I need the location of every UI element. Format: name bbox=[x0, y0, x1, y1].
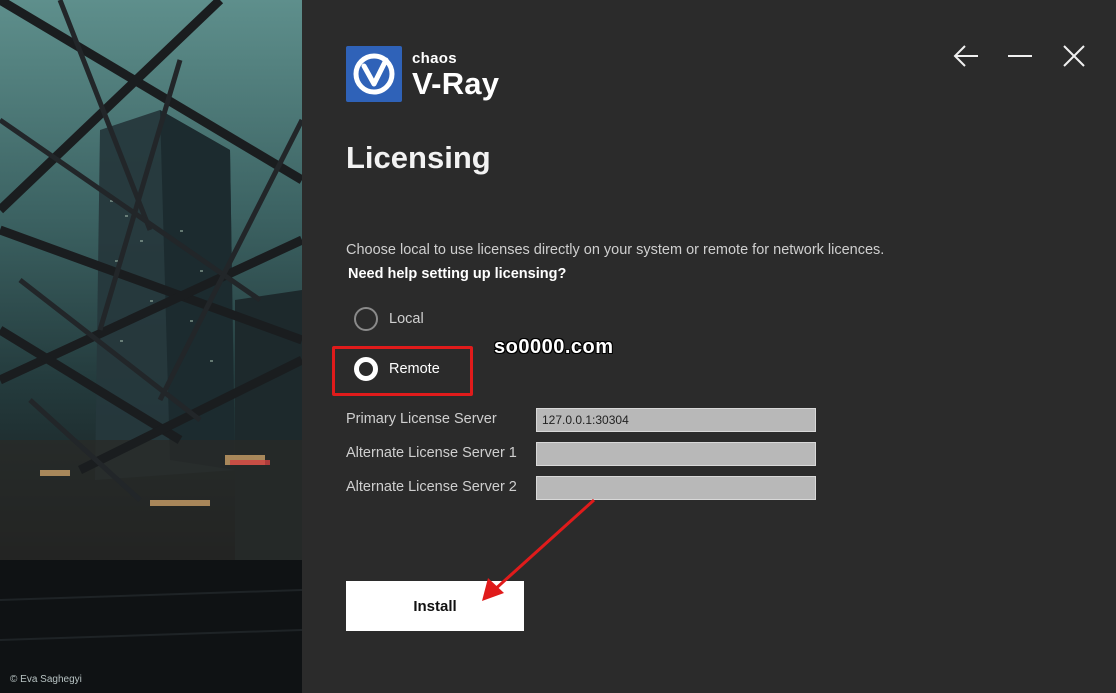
vray-logo-icon bbox=[346, 46, 402, 102]
watermark-text: so0000.com bbox=[494, 336, 614, 358]
page-title: Licensing bbox=[346, 140, 491, 175]
installer-main-panel: chaos V-Ray Licensing Choose local to us… bbox=[302, 0, 1116, 693]
vray-logo: chaos V-Ray bbox=[346, 46, 506, 106]
radio-local-label: Local bbox=[389, 311, 424, 327]
artwork-panel: © Eva Saghegyi bbox=[0, 0, 302, 693]
help-link[interactable]: Need help setting up licensing? bbox=[348, 266, 566, 282]
alt-server-2-input[interactable] bbox=[536, 476, 816, 500]
primary-server-input[interactable] bbox=[536, 408, 816, 432]
photo-credit: © Eva Saghegyi bbox=[10, 674, 82, 685]
close-icon bbox=[1063, 45, 1085, 67]
radio-local[interactable]: Local bbox=[354, 307, 424, 331]
licensing-description: Choose local to use licenses directly on… bbox=[346, 242, 885, 258]
minimize-button[interactable] bbox=[1006, 42, 1034, 70]
radio-local-circle[interactable] bbox=[354, 307, 378, 331]
primary-server-label: Primary License Server bbox=[346, 411, 497, 427]
install-button[interactable]: Install bbox=[346, 581, 524, 631]
brand-company: chaos bbox=[412, 50, 457, 67]
back-button[interactable] bbox=[952, 42, 980, 70]
close-button[interactable] bbox=[1060, 42, 1088, 70]
alt-server-1-input[interactable] bbox=[536, 442, 816, 466]
arrow-left-icon bbox=[953, 45, 978, 67]
window-controls bbox=[952, 42, 1088, 70]
remote-highlight-box bbox=[332, 346, 473, 396]
alt-server-1-label: Alternate License Server 1 bbox=[346, 445, 517, 461]
alt-server-2-label: Alternate License Server 2 bbox=[346, 479, 517, 495]
brand-product: V-Ray bbox=[412, 66, 500, 101]
architecture-artwork bbox=[0, 0, 302, 693]
minimize-icon bbox=[1008, 55, 1032, 57]
